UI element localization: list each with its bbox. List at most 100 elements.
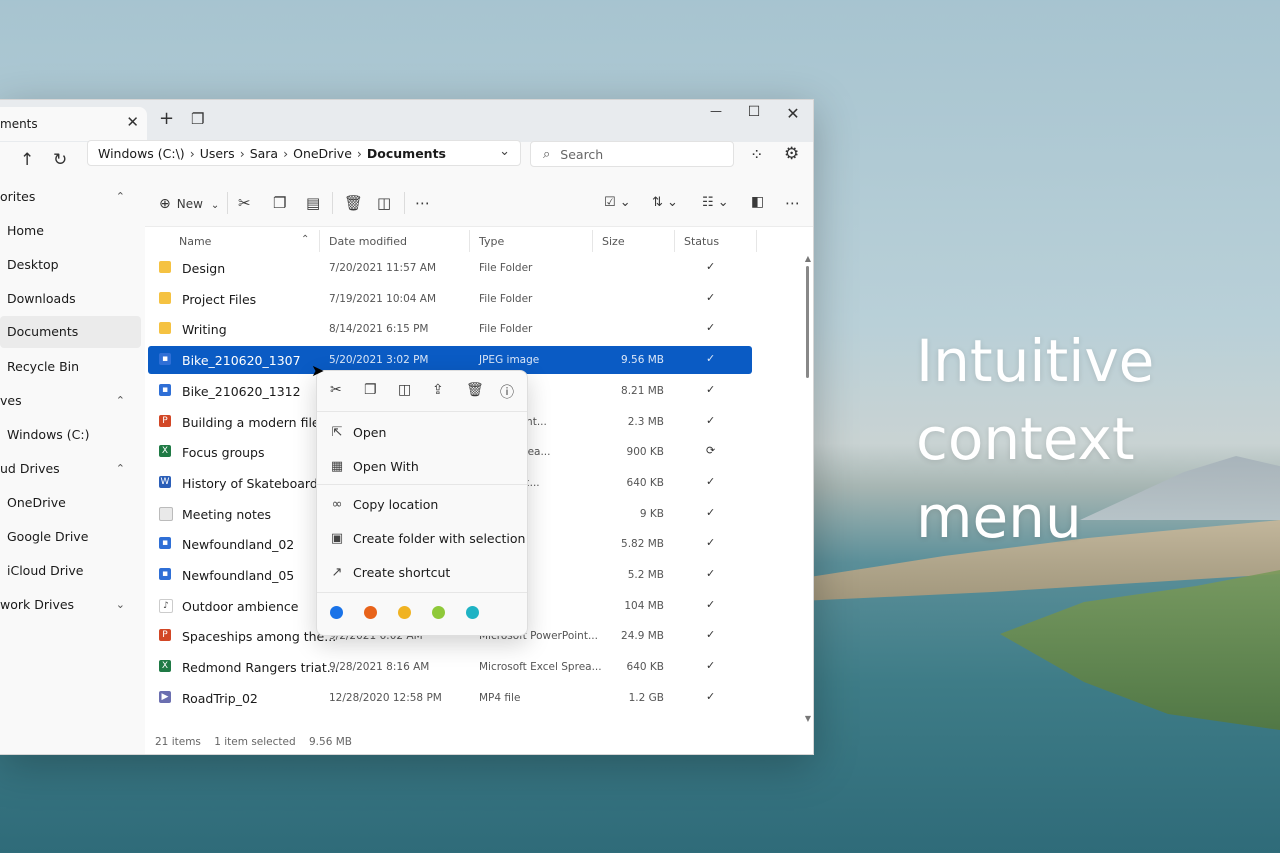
chevron-up-icon[interactable]: ⌃ xyxy=(116,454,125,484)
sidebar-item-windows-c[interactable]: Windows (C:) xyxy=(0,420,148,450)
sync-spinner-icon[interactable]: ⁘ xyxy=(750,145,763,164)
breadcrumb-documents[interactable]: Documents xyxy=(367,146,446,161)
sync-status-icon: ✓ xyxy=(706,382,716,396)
color-tag-dot[interactable] xyxy=(432,606,445,619)
address-dropdown-icon[interactable]: ⌄ xyxy=(499,144,510,159)
sidebar-item-recycle-bin[interactable]: Recycle Bin xyxy=(0,352,148,382)
details-pane-icon[interactable]: ◧ xyxy=(751,194,764,210)
rename-icon[interactable]: ◫ xyxy=(377,194,391,212)
breadcrumb-users[interactable]: Users xyxy=(200,146,235,161)
sidebar-section-favorites[interactable]: orites ⌃ xyxy=(0,182,141,212)
color-tag-dot[interactable] xyxy=(466,606,479,619)
sort-icon[interactable]: ⇅ ⌄ xyxy=(652,195,678,210)
file-size: 1.2 GB xyxy=(628,691,664,704)
copy-icon[interactable]: ❐ xyxy=(364,382,377,398)
breadcrumb-onedrive[interactable]: OneDrive xyxy=(293,146,352,161)
more-options-icon[interactable]: ⋯ xyxy=(415,194,430,212)
sidebar-item-desktop[interactable]: Desktop xyxy=(0,250,148,280)
context-item-create-folder[interactable]: ▣ Create folder with selection xyxy=(317,523,527,555)
tab-label: ments xyxy=(0,117,38,131)
delete-icon[interactable]: 🗑 xyxy=(344,194,363,212)
file-size: 640 KB xyxy=(626,476,664,489)
column-header-date[interactable]: Date modified xyxy=(329,235,407,248)
sidebar-item-documents[interactable]: Documents xyxy=(0,316,141,348)
sidebar-item-icloud-drive[interactable]: iCloud Drive xyxy=(0,556,148,586)
tab-close-icon[interactable]: ✕ xyxy=(126,113,139,131)
paste-icon[interactable]: ▤ xyxy=(306,194,320,212)
scroll-down-icon[interactable]: ▼ xyxy=(805,714,811,723)
chevron-up-icon[interactable]: ⌃ xyxy=(116,386,125,416)
rename-icon[interactable]: ◫ xyxy=(398,382,411,398)
tab-documents[interactable]: ments ✕ xyxy=(0,107,147,141)
column-header-size[interactable]: Size xyxy=(602,235,625,248)
sidebar-item-downloads[interactable]: Downloads xyxy=(0,284,148,314)
breadcrumb-drive[interactable]: Windows (C:\) xyxy=(98,146,185,161)
info-icon[interactable]: ⓘ xyxy=(500,382,514,402)
sidebar-item-google-drive[interactable]: Google Drive xyxy=(0,522,148,552)
delete-icon[interactable]: 🗑 xyxy=(466,382,484,398)
table-row[interactable]: X Redmond Rangers triat... 9/28/2021 8:16 … xyxy=(148,653,752,681)
color-tag-dot[interactable] xyxy=(364,606,377,619)
maximize-button[interactable]: ☐ xyxy=(742,104,766,120)
context-item-open-with[interactable]: ▦ Open With xyxy=(317,451,527,483)
new-button-label: New xyxy=(176,197,203,211)
close-window-button[interactable]: ✕ xyxy=(781,104,805,123)
cut-icon[interactable]: ✂ xyxy=(330,382,342,398)
new-button[interactable]: ⊕ New ⌄ xyxy=(159,196,219,212)
sync-status-icon: ✓ xyxy=(706,413,716,427)
sidebar-section-cloud-drives[interactable]: ud Drives ⌃ xyxy=(0,454,141,484)
copy-icon[interactable]: ❐ xyxy=(273,194,286,212)
gear-icon[interactable]: ⚙ xyxy=(784,144,799,164)
scrollbar-thumb[interactable] xyxy=(806,266,809,378)
column-header-name[interactable]: Name xyxy=(179,235,211,248)
more-options-icon[interactable]: ⋯ xyxy=(785,194,800,212)
folder-file-icon xyxy=(159,261,171,273)
context-item-copy-location[interactable]: ∞ Copy location xyxy=(317,489,527,521)
search-input[interactable]: ⌕ Search xyxy=(530,141,734,167)
file-name: Bike_210620_1312 xyxy=(182,383,301,399)
breadcrumb-sara[interactable]: Sara xyxy=(250,146,278,161)
navigation-row: ↑ ↻ Windows (C:\) › Users › Sara › OneDr… xyxy=(0,140,813,182)
context-item-create-shortcut[interactable]: ↗ Create shortcut xyxy=(317,557,527,589)
table-row[interactable]: Design 7/20/2021 11:57 AM File Folder ✓ xyxy=(148,254,752,282)
file-size: 9.56 MB xyxy=(621,354,664,367)
file-name: Newfoundland_02 xyxy=(182,537,295,553)
sync-status-icon: ✓ xyxy=(706,689,716,703)
color-tag-dot[interactable] xyxy=(398,606,411,619)
chevron-down-icon[interactable]: ⌄ xyxy=(116,590,125,620)
sidebar: orites ⌃ Home Desktop Downloads Document… xyxy=(0,182,146,754)
minimize-button[interactable]: — xyxy=(704,104,728,118)
tab-overview-icon[interactable]: ❐ xyxy=(191,110,204,128)
refresh-icon[interactable]: ↻ xyxy=(53,150,67,170)
file-name: Newfoundland_05 xyxy=(182,568,295,583)
doc-file-icon: W xyxy=(159,475,171,488)
column-divider xyxy=(674,230,675,252)
column-header-type[interactable]: Type xyxy=(479,235,504,248)
chevron-up-icon[interactable]: ⌃ xyxy=(116,182,125,212)
file-type: JPEG image xyxy=(479,354,540,367)
share-icon[interactable]: ⇪ xyxy=(432,382,444,398)
table-row[interactable]: ▶ RoadTrip_02 12/28/2020 12:58 PM MP4 file 1… xyxy=(148,684,752,712)
column-divider xyxy=(592,230,593,252)
headline-line: Intuitive xyxy=(916,327,1155,395)
column-header-status[interactable]: Status xyxy=(684,235,719,248)
scroll-up-icon[interactable]: ▲ xyxy=(805,254,811,263)
sidebar-section-network-drives[interactable]: work Drives ⌄ xyxy=(0,590,141,620)
new-tab-button[interactable]: + xyxy=(159,108,174,129)
color-tag-dot[interactable] xyxy=(330,606,343,619)
file-type: File Folder xyxy=(479,323,533,336)
sidebar-section-drives[interactable]: ves ⌃ xyxy=(0,386,141,416)
cut-icon[interactable]: ✂ xyxy=(238,194,251,212)
table-row[interactable]: Writing 8/14/2021 6:15 PM File Folder ✓ xyxy=(148,315,752,343)
select-mode-icon[interactable]: ☑ ⌄ xyxy=(604,195,631,210)
up-arrow-icon[interactable]: ↑ xyxy=(20,150,34,170)
command-bar: ⊕ New ⌄ ✂ ❐ ▤ 🗑 ◫ ⋯ ☑ ⌄ ⇅ ⌄ ☷ ⌄ ◧ ⋯ xyxy=(145,182,813,227)
table-row[interactable]: Project Files 7/19/2021 10:04 AM File Fold… xyxy=(148,285,752,313)
sidebar-item-onedrive[interactable]: OneDrive xyxy=(0,488,148,518)
view-layout-icon[interactable]: ☷ ⌄ xyxy=(702,195,729,210)
sidebar-item-home[interactable]: Home xyxy=(0,216,148,246)
address-bar[interactable]: Windows (C:\) › Users › Sara › OneDrive … xyxy=(87,140,521,166)
context-item-open[interactable]: ⇱ Open xyxy=(317,417,527,449)
file-name: Meeting notes xyxy=(182,506,272,522)
txt-file-icon xyxy=(159,506,173,521)
